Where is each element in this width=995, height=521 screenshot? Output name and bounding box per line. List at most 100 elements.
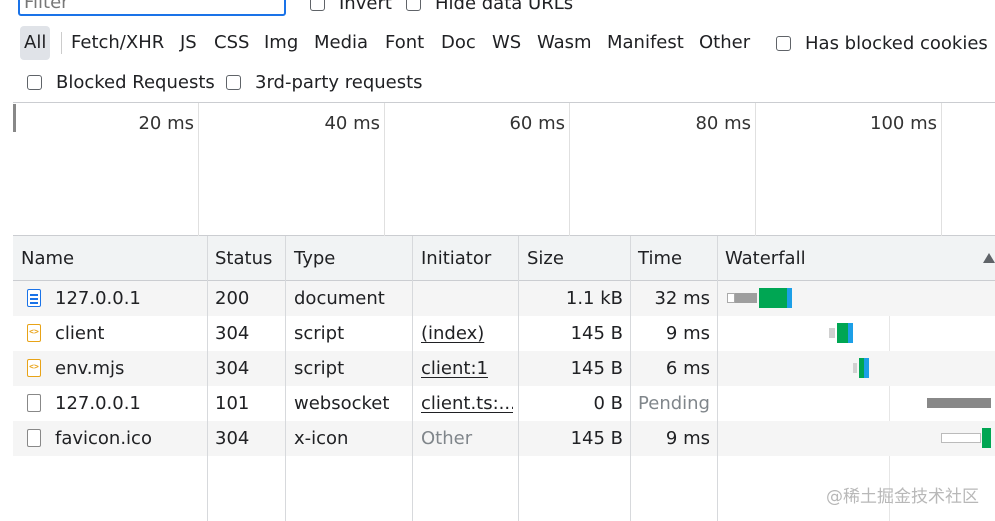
hide-data-urls-checkbox-label[interactable]: Hide data URLs: [406, 0, 573, 17]
filter-toolbar: Invert Hide data URLs: [0, 0, 995, 20]
cell-type: document: [294, 288, 385, 309]
type-filter-js[interactable]: JS: [180, 26, 197, 60]
invert-checkbox-label[interactable]: Invert: [310, 0, 392, 17]
cell-size: 145 B: [570, 428, 623, 449]
filter-input[interactable]: [18, 0, 286, 16]
type-filter-media[interactable]: Media: [314, 26, 368, 60]
waterfall-bar: [927, 398, 991, 408]
cell-size: 145 B: [570, 323, 623, 344]
invert-label: Invert: [339, 0, 392, 14]
cell-status: 304: [215, 428, 250, 449]
blocked-requests-checkbox-label[interactable]: Blocked Requests: [27, 66, 215, 98]
column-header-size[interactable]: Size: [527, 236, 564, 281]
network-overview-timeline[interactable]: 20 ms 40 ms 60 ms 80 ms 100 ms: [13, 102, 995, 237]
column-header-type[interactable]: Type: [294, 236, 335, 281]
waterfall-bar: [727, 293, 735, 303]
type-filter-ws[interactable]: WS: [492, 26, 521, 60]
overview-gridline: [384, 103, 385, 237]
cell-status: 101: [215, 393, 250, 414]
cell-time: 9 ms: [665, 428, 710, 449]
cell-type: script: [294, 323, 345, 344]
cell-initiator[interactable]: [421, 281, 513, 316]
waterfall-bar: [848, 323, 853, 343]
overview-tick-label: 80 ms: [695, 113, 751, 134]
sort-ascending-icon[interactable]: [983, 253, 995, 263]
waterfall-bar: [735, 293, 757, 303]
cell-status: 304: [215, 358, 250, 379]
cell-type: x-icon: [294, 428, 349, 449]
table-row[interactable]: favicon.ico 304 x-icon Other 145 B 9 ms: [13, 421, 995, 456]
third-party-checkbox[interactable]: [226, 74, 241, 90]
cell-initiator: Other: [421, 428, 473, 449]
table-header: Name Status Type Initiator Size Time Wat…: [13, 236, 995, 281]
type-filter-css[interactable]: CSS: [214, 26, 249, 60]
column-divider[interactable]: [207, 236, 208, 521]
table-row[interactable]: <> env.mjs 304 script client:1 145 B 6 ms: [13, 351, 995, 386]
column-header-status[interactable]: Status: [215, 236, 272, 281]
cell-initiator[interactable]: client.ts:...: [421, 386, 513, 421]
waterfall-bar: [853, 363, 857, 373]
waterfall-bar: [837, 323, 848, 343]
cell-size: 145 B: [570, 358, 623, 379]
type-filter-fetch-xhr[interactable]: Fetch/XHR: [71, 26, 164, 60]
waterfall-bar: [864, 358, 869, 378]
blank-file-icon: [27, 394, 41, 412]
column-header-name[interactable]: Name: [21, 236, 74, 281]
type-filter-divider: [61, 32, 62, 54]
cell-size: 1.1 kB: [565, 288, 623, 309]
script-icon-glyph: <>: [29, 362, 39, 371]
watermark: @稀土掘金技术社区: [826, 487, 979, 507]
requests-table: Name Status Type Initiator Size Time Wat…: [13, 236, 995, 521]
type-filter-all[interactable]: All: [20, 26, 51, 60]
column-header-initiator[interactable]: Initiator: [421, 236, 491, 281]
third-party-checkbox-label[interactable]: 3rd-party requests: [226, 66, 423, 98]
cell-name: 127.0.0.1: [55, 288, 141, 309]
waterfall-bar: [759, 288, 787, 308]
waterfall-bar: [941, 433, 981, 443]
invert-checkbox[interactable]: [310, 0, 325, 11]
cell-status: 304: [215, 323, 250, 344]
type-filter-wasm[interactable]: Wasm: [537, 26, 592, 60]
column-divider[interactable]: [412, 236, 413, 521]
overview-gridline: [941, 103, 942, 237]
column-divider[interactable]: [717, 236, 718, 521]
column-divider[interactable]: [630, 236, 631, 521]
cell-time: 6 ms: [665, 358, 710, 379]
column-divider[interactable]: [285, 236, 286, 521]
column-header-waterfall[interactable]: Waterfall: [725, 236, 995, 281]
hide-data-urls-checkbox[interactable]: [406, 0, 421, 11]
overview-tick-label: 100 ms: [870, 113, 937, 134]
script-icon-glyph: <>: [29, 327, 39, 336]
table-row[interactable]: <> client 304 script (index) 145 B 9 ms: [13, 316, 995, 351]
cell-time: 9 ms: [665, 323, 710, 344]
table-row[interactable]: 127.0.0.1 200 document 1.1 kB 32 ms: [13, 281, 995, 316]
has-blocked-cookies-checkbox[interactable]: [776, 35, 791, 51]
has-blocked-cookies-label: Has blocked cookies: [805, 32, 988, 54]
cell-time: Pending: [638, 393, 710, 414]
type-filter-font[interactable]: Font: [385, 26, 424, 60]
waterfall-bar: [982, 428, 991, 448]
cell-status: 200: [215, 288, 250, 309]
type-filter-doc[interactable]: Doc: [441, 26, 476, 60]
column-header-time[interactable]: Time: [638, 236, 682, 281]
blocked-requests-checkbox[interactable]: [27, 74, 42, 90]
cell-type: websocket: [294, 393, 390, 414]
table-row[interactable]: 127.0.0.1 101 websocket client.ts:... 0 B Pen…: [13, 386, 995, 421]
hide-data-urls-label: Hide data URLs: [435, 0, 574, 14]
overview-selection-handle[interactable]: [13, 104, 16, 132]
cell-initiator[interactable]: client:1: [421, 351, 513, 386]
cell-name: client: [55, 323, 105, 344]
script-icon: <>: [27, 324, 41, 342]
cell-name: env.mjs: [55, 358, 125, 379]
cell-initiator[interactable]: (index): [421, 316, 513, 351]
has-blocked-cookies-checkbox-label[interactable]: Has blocked cookies: [776, 26, 988, 60]
type-filter-other[interactable]: Other: [699, 26, 750, 60]
document-icon: [27, 289, 41, 307]
overview-tick-label: 40 ms: [324, 113, 380, 134]
blocked-requests-label: Blocked Requests: [56, 71, 215, 93]
overview-gridline: [198, 103, 199, 237]
type-filter-manifest[interactable]: Manifest: [607, 26, 684, 60]
type-filter-img[interactable]: Img: [264, 26, 298, 60]
overview-gridline: [569, 103, 570, 237]
column-divider[interactable]: [518, 236, 519, 521]
